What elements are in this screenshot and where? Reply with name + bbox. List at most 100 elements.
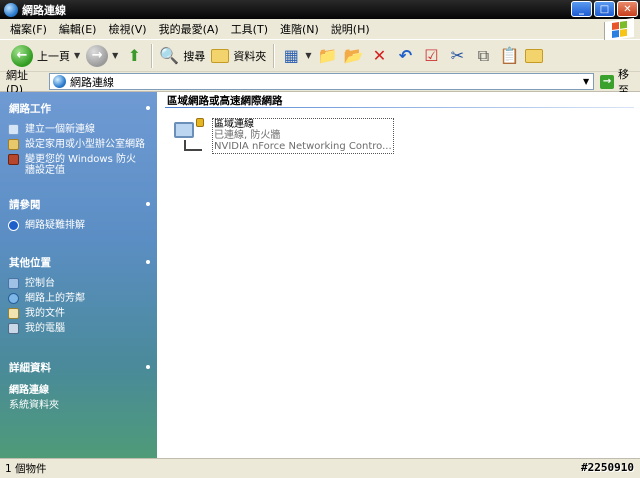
other-places-section: 其他位置 控制台 網路上的芳鄰 我的文件 我的電腦	[0, 254, 157, 334]
task-network-troubleshooter[interactable]: 網路疑難排解	[0, 220, 157, 231]
undo-button[interactable]: ↶	[392, 42, 418, 70]
network-tasks-header[interactable]: 網路工作	[0, 100, 157, 116]
place-label: 控制台	[25, 278, 55, 289]
views-button[interactable]: ▦ ▼	[278, 42, 314, 70]
status-bar: 1 個物件 #2250910	[0, 458, 640, 478]
network-connections-icon	[4, 2, 18, 17]
views-icon: ▦	[283, 46, 299, 65]
delete-icon: ✕	[372, 46, 387, 65]
collapse-icon[interactable]	[146, 106, 150, 110]
see-also-header[interactable]: 請參閱	[0, 196, 157, 212]
address-input[interactable]: 網路連線 ▼	[49, 73, 595, 90]
see-also-section: 請參閱 網路疑難排解	[0, 196, 157, 231]
search-label: 搜尋	[183, 49, 206, 63]
forward-button[interactable]: → ▼	[83, 42, 121, 70]
connection-name: 區域連線	[214, 119, 254, 130]
undo-icon: ↶	[398, 46, 413, 65]
maximize-button[interactable]: □	[594, 1, 615, 17]
back-arrow-icon: ←	[11, 44, 33, 67]
delete-button[interactable]: ✕	[366, 42, 392, 70]
menu-file[interactable]: 檔案(F)	[0, 21, 53, 37]
network-tasks-section: 網路工作 建立一個新連線 設定家用或小型辦公室網路 變更您的 Windows 防…	[0, 100, 157, 176]
copy-icon: ⧉	[477, 45, 490, 65]
task-firewall-settings[interactable]: 變更您的 Windows 防火牆設定值	[0, 154, 157, 176]
toolbar-separator	[151, 43, 153, 68]
section-title: 網路工作	[9, 102, 51, 115]
collapse-icon[interactable]	[146, 202, 150, 206]
other-places-header[interactable]: 其他位置	[0, 254, 157, 270]
chevron-down-icon[interactable]: ▼	[579, 74, 593, 89]
back-button[interactable]: ← 上一頁 ▼	[8, 42, 83, 70]
address-bar: 網址(D) 網路連線 ▼ → 移至	[0, 68, 640, 97]
search-button[interactable]: 🔍 搜尋	[156, 42, 208, 70]
place-my-documents[interactable]: 我的文件	[0, 308, 157, 319]
task-label: 建立一個新連線	[25, 124, 95, 135]
task-pane: 網路工作 建立一個新連線 設定家用或小型辦公室網路 變更您的 Windows 防…	[0, 92, 157, 458]
folders-button[interactable]: 資料夾	[208, 42, 269, 70]
folders-label: 資料夾	[233, 49, 267, 63]
group-divider	[165, 107, 634, 108]
search-icon: 🔍	[159, 46, 180, 65]
move-to-icon: 📁	[317, 46, 338, 65]
network-neighborhood-icon	[8, 293, 19, 304]
properties-icon: ☑	[424, 46, 439, 65]
properties-button[interactable]: ☑	[418, 42, 444, 70]
copy-to-button[interactable]: 📂	[340, 42, 366, 70]
address-value: 網路連線	[70, 75, 114, 89]
place-label: 我的電腦	[25, 323, 65, 334]
place-label: 網路上的芳鄰	[25, 293, 85, 304]
details-name: 網路連線	[9, 385, 49, 396]
title-bar: 網路連線 _ □ ✕	[0, 0, 640, 19]
menu-advanced[interactable]: 進階(N)	[274, 21, 325, 37]
paste-button[interactable]: 📋	[496, 42, 522, 70]
folders-icon	[211, 48, 230, 63]
group-header: 區域網路或高速網際網路	[167, 95, 283, 107]
chevron-down-icon[interactable]: ▼	[74, 51, 80, 60]
cut-button[interactable]: ✂	[444, 42, 470, 70]
place-network-neighborhood[interactable]: 網路上的芳鄰	[0, 293, 157, 304]
chevron-down-icon[interactable]: ▼	[112, 51, 118, 60]
connection-label: 區域連線 已連線, 防火牆 NVIDIA nForce Networking C…	[212, 118, 394, 154]
up-button[interactable]: ⬆	[121, 42, 147, 70]
menu-help[interactable]: 說明(H)	[325, 21, 376, 37]
window-controls: _ □ ✕	[571, 1, 638, 17]
connection-status: 已連線, 防火牆	[214, 130, 281, 141]
section-title: 請參閱	[9, 198, 41, 211]
details-header[interactable]: 詳細資料	[0, 359, 157, 375]
toolbar-separator	[273, 43, 275, 68]
menu-favorites[interactable]: 我的最愛(A)	[153, 21, 225, 37]
collapse-icon[interactable]	[146, 260, 150, 264]
move-to-button[interactable]: 📁	[314, 42, 340, 70]
close-button[interactable]: ✕	[617, 1, 638, 17]
folder-options-button[interactable]	[522, 42, 546, 70]
minimize-button[interactable]: _	[571, 1, 592, 17]
copy-to-icon: 📂	[343, 46, 364, 65]
paste-icon: 📋	[499, 46, 520, 65]
local-area-connection-item[interactable]: 區域連線 已連線, 防火牆 NVIDIA nForce Networking C…	[170, 118, 394, 154]
network-connection-icon	[170, 118, 206, 154]
forward-arrow-icon: →	[86, 44, 109, 67]
menu-view[interactable]: 檢視(V)	[102, 21, 152, 37]
new-connection-icon	[8, 124, 19, 135]
task-label: 變更您的 Windows 防火牆設定值	[25, 154, 136, 176]
network-connections-icon	[53, 75, 66, 88]
place-my-computer[interactable]: 我的電腦	[0, 323, 157, 334]
home-network-icon	[8, 139, 19, 150]
collapse-icon[interactable]	[146, 365, 150, 369]
task-create-connection[interactable]: 建立一個新連線	[0, 124, 157, 135]
section-title: 詳細資料	[9, 361, 51, 374]
cut-icon: ✂	[450, 46, 465, 65]
info-icon	[8, 220, 19, 231]
details-subtitle: 系統資料夾	[9, 400, 59, 411]
copy-button[interactable]: ⧉	[470, 42, 496, 70]
task-label: 設定家用或小型辦公室網路	[25, 139, 145, 150]
firewall-icon	[8, 154, 19, 165]
my-computer-icon	[8, 323, 19, 334]
task-setup-home-network[interactable]: 設定家用或小型辦公室網路	[0, 139, 157, 150]
folder-up-icon: ⬆	[127, 46, 142, 65]
connection-device: NVIDIA nForce Networking Contro...	[214, 141, 392, 152]
toolbar: ← 上一頁 ▼ → ▼ ⬆ 🔍 搜尋 資料夾 ▦ ▼ 📁 📂 ✕ ↶ ☑ ✂ ⧉	[0, 40, 640, 72]
menu-edit[interactable]: 編輯(E)	[53, 21, 103, 37]
place-control-panel[interactable]: 控制台	[0, 278, 157, 289]
menu-tools[interactable]: 工具(T)	[225, 21, 274, 37]
